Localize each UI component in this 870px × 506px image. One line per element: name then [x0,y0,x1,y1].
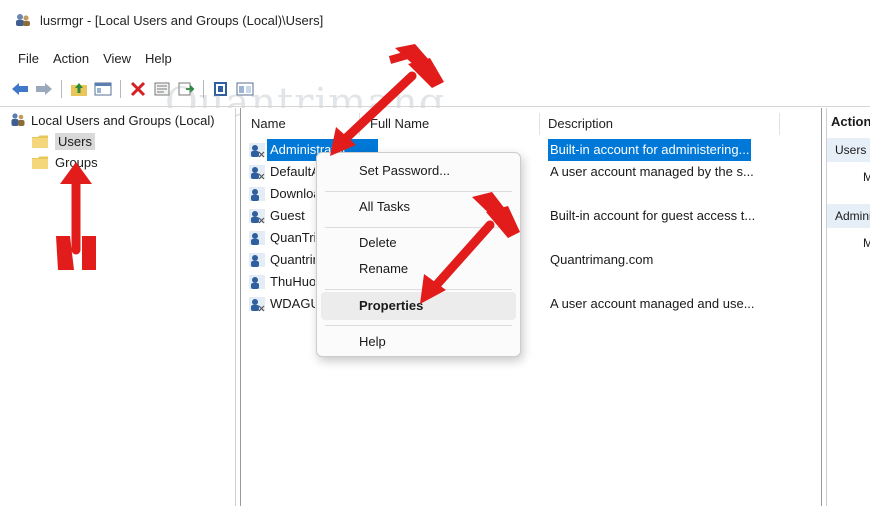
console-tree: Local Users and Groups (Local) Users Gro… [4,108,236,506]
menu-separator [325,289,512,290]
menu-rename[interactable]: Rename [321,255,516,283]
menu-set-password[interactable]: Set Password... [321,157,516,185]
row-name: Quantrimang [270,252,315,267]
tree-item-users[interactable]: Users [32,133,95,150]
row-description: A user account managed by the s... [550,164,754,179]
menu-all-tasks[interactable]: All Tasks › [321,193,516,221]
menu-properties[interactable]: Properties [321,292,516,320]
toolbar-separator [203,80,204,98]
list-header: Name Full Name Description [241,113,821,135]
actions-more-administrator[interactable]: M [863,236,870,250]
users-app-icon [14,12,32,28]
help-icon[interactable] [211,79,231,99]
title-bar: lusrmgr - [Local Users and Groups (Local… [0,0,870,40]
actions-section-users[interactable]: Users [827,138,870,162]
properties-icon[interactable] [152,79,172,99]
row-name: ThuHuong [270,274,315,289]
user-icon [249,296,265,312]
menu-separator [325,227,512,228]
user-icon [249,274,265,290]
row-description [548,227,552,249]
row-name: DefaultAccount [270,164,315,179]
actions-pane: Actions Users M Administrator M [826,108,870,506]
user-icon [249,230,265,246]
tree-item-label: Groups [55,155,98,170]
column-description[interactable]: Description [540,113,780,135]
folder-icon [32,156,48,169]
row-name: Downloads [270,186,315,201]
back-icon[interactable] [10,79,30,99]
console-view-icon[interactable] [235,79,255,99]
row-description: A user account managed and use... [550,296,755,311]
column-full-name[interactable]: Full Name [360,113,540,135]
tree-root-label: Local Users and Groups (Local) [31,112,215,128]
menu-help[interactable]: Help [321,328,516,356]
export-list-icon[interactable] [176,79,196,99]
actions-section-administrator[interactable]: Administrator [827,204,870,228]
column-name[interactable]: Name [243,113,360,135]
tree-root-node[interactable]: Local Users and Groups (Local) [10,112,215,128]
row-description: Built-in account for administering... [548,139,752,161]
row-name: QuanTri [270,230,315,245]
submenu-arrow-icon: › [498,200,502,214]
user-icon [249,252,265,268]
actions-more-users[interactable]: M [863,170,870,184]
toolbar [10,76,255,102]
menu-help[interactable]: Help [138,49,179,68]
up-folder-icon[interactable] [69,79,89,99]
tree-item-label: Users [55,133,95,150]
row-description [548,183,552,205]
user-icon [249,186,265,202]
show-hide-tree-icon[interactable] [93,79,113,99]
menu-bar: File Action View Help [0,46,179,70]
menu-file[interactable]: File [14,49,46,68]
user-icon [249,142,265,158]
row-name: Guest [270,208,305,223]
folder-icon [32,135,48,148]
user-icon [249,164,265,180]
user-icon [249,208,265,224]
menu-all-tasks-label: All Tasks [359,199,411,214]
row-description: Built-in account for guest access t... [550,208,756,223]
context-menu: Set Password... All Tasks › Delete Renam… [316,152,521,357]
menu-separator [325,325,512,326]
window-title: lusrmgr - [Local Users and Groups (Local… [40,12,324,28]
delete-icon[interactable] [128,79,148,99]
row-description [548,271,552,293]
tree-item-groups[interactable]: Groups [32,155,98,170]
actions-title: Actions [831,114,870,129]
row-description: Quantrimang.com [550,252,654,267]
menu-view[interactable]: View [96,49,138,68]
menu-delete[interactable]: Delete [321,229,516,257]
toolbar-separator [61,80,62,98]
forward-icon[interactable] [34,79,54,99]
menu-action[interactable]: Action [46,49,96,68]
menu-separator [325,191,512,192]
users-group-icon [10,112,26,128]
row-name: WDAGUtilityAccount [270,296,315,311]
toolbar-separator [120,80,121,98]
divider [0,106,870,107]
